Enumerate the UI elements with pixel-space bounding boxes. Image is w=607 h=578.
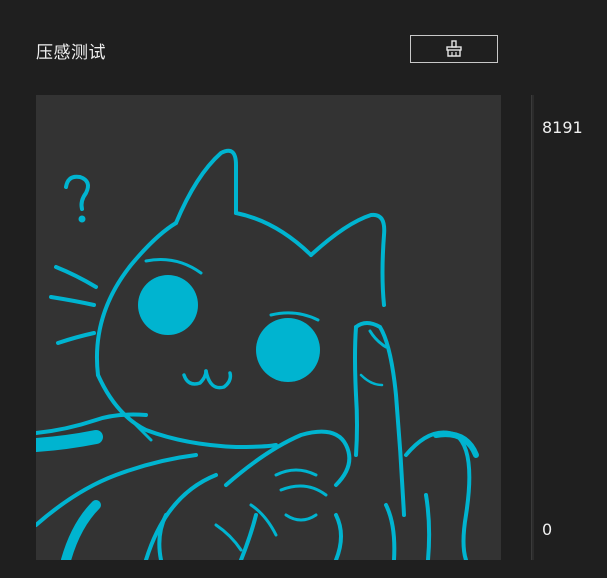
clear-canvas-button[interactable] — [410, 35, 498, 63]
panel-title: 压感测试 — [36, 43, 106, 63]
broom-icon — [446, 40, 462, 57]
pressure-max-label: 8191 — [542, 118, 583, 137]
pressure-min-label: 0 — [542, 520, 553, 539]
cat-drawing — [36, 148, 479, 560]
drawing-canvas[interactable] — [36, 95, 501, 560]
pressure-meter — [531, 95, 534, 560]
